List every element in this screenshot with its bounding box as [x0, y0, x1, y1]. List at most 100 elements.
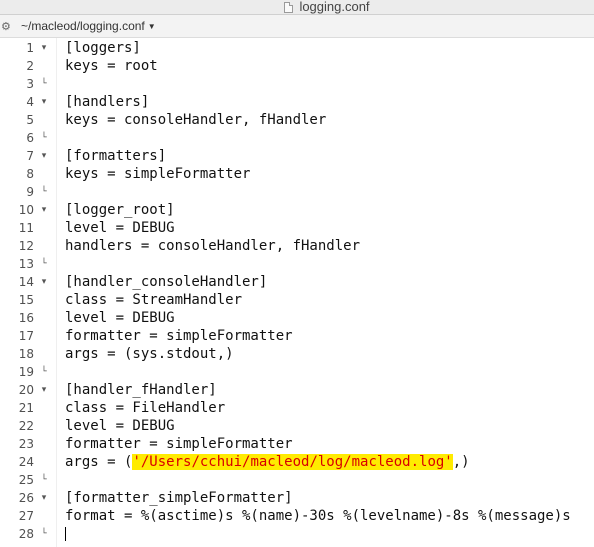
- line-number: 5: [26, 113, 34, 127]
- line-number: 27: [18, 509, 34, 523]
- line-text: args = (sys.stdout,): [65, 346, 234, 362]
- line-text: [loggers]: [65, 40, 141, 56]
- fold-end-icon: └: [41, 529, 47, 539]
- fold-open-icon[interactable]: ▾: [38, 489, 50, 507]
- line-number: 21: [18, 401, 34, 415]
- line-text: formatter = simpleFormatter: [65, 328, 293, 344]
- line-number: 10: [18, 203, 34, 217]
- file-path-menu[interactable]: ~/macleod/logging.conf: [21, 19, 145, 33]
- code-line[interactable]: 21 class = FileHandler: [0, 399, 594, 417]
- window-title: logging.conf: [299, 0, 370, 14]
- line-number: 1: [26, 41, 34, 55]
- line-text: keys = root: [65, 58, 158, 74]
- line-text: keys = simpleFormatter: [65, 166, 251, 182]
- line-number: 7: [26, 149, 34, 163]
- code-line[interactable]: 8 keys = simpleFormatter: [0, 165, 594, 183]
- line-number: 22: [18, 419, 34, 433]
- fold-open-icon[interactable]: ▾: [38, 39, 50, 57]
- line-text: level = DEBUG: [65, 310, 175, 326]
- line-number: 3: [26, 77, 34, 91]
- code-line[interactable]: 24 args = ('/Users/cchui/macleod/log/macl…: [0, 453, 594, 471]
- text-cursor: [65, 527, 66, 541]
- code-line[interactable]: 2 keys = root: [0, 57, 594, 75]
- chevron-down-icon[interactable]: ▼: [148, 22, 156, 31]
- code-line[interactable]: 15 class = StreamHandler: [0, 291, 594, 309]
- code-line[interactable]: 11 level = DEBUG: [0, 219, 594, 237]
- fold-end-icon: └: [41, 475, 47, 485]
- code-line[interactable]: 28 └: [0, 525, 594, 543]
- fold-end-icon: └: [41, 367, 47, 377]
- code-line[interactable]: 13 └: [0, 255, 594, 273]
- fold-open-icon[interactable]: ▾: [38, 273, 50, 291]
- document-icon: [284, 1, 294, 13]
- line-text: class = FileHandler: [65, 400, 226, 416]
- line-text: level = DEBUG: [65, 220, 175, 236]
- fold-open-icon[interactable]: ▾: [38, 381, 50, 399]
- fold-open-icon[interactable]: ▾: [38, 93, 50, 111]
- line-text: keys = consoleHandler, fHandler: [65, 112, 327, 128]
- line-number: 14: [18, 275, 34, 289]
- code-line[interactable]: 4 ▾ [handlers]: [0, 93, 594, 111]
- line-number: 13: [18, 257, 34, 271]
- code-line[interactable]: 23 formatter = simpleFormatter: [0, 435, 594, 453]
- line-text: args = ('/Users/cchui/macleod/log/macleo…: [65, 454, 470, 470]
- code-line[interactable]: 20 ▾ [handler_fHandler]: [0, 381, 594, 399]
- fold-end-icon: └: [41, 259, 47, 269]
- code-line[interactable]: 16 level = DEBUG: [0, 309, 594, 327]
- line-number: 25: [18, 473, 34, 487]
- line-number: 15: [18, 293, 34, 307]
- line-text: [handler_consoleHandler]: [65, 274, 268, 290]
- line-text: [handler_fHandler]: [65, 382, 217, 398]
- line-number: 9: [26, 185, 34, 199]
- code-line[interactable]: 9 └: [0, 183, 594, 201]
- code-line[interactable]: 19 └: [0, 363, 594, 381]
- line-number: 24: [18, 455, 34, 469]
- code-line[interactable]: 7 ▾ [formatters]: [0, 147, 594, 165]
- gear-icon[interactable]: ⚙: [0, 20, 13, 33]
- code-line[interactable]: 5 keys = consoleHandler, fHandler: [0, 111, 594, 129]
- code-line[interactable]: 25 └: [0, 471, 594, 489]
- code-line[interactable]: 22 level = DEBUG: [0, 417, 594, 435]
- fold-end-icon: └: [41, 79, 47, 89]
- line-number: 8: [26, 167, 34, 181]
- line-number: 19: [18, 365, 34, 379]
- line-number: 4: [26, 95, 34, 109]
- line-text: format = %(asctime)s %(name)-30s %(level…: [65, 508, 571, 524]
- string-literal: '/Users/cchui/macleod/log/macleod.log': [132, 454, 453, 470]
- line-text: formatter = simpleFormatter: [65, 436, 293, 452]
- fold-end-icon: └: [41, 187, 47, 197]
- code-line[interactable]: 12 handlers = consoleHandler, fHandler: [0, 237, 594, 255]
- line-text: level = DEBUG: [65, 418, 175, 434]
- fold-open-icon[interactable]: ▾: [38, 147, 50, 165]
- code-line[interactable]: 14 ▾ [handler_consoleHandler]: [0, 273, 594, 291]
- line-number: 26: [18, 491, 34, 505]
- code-line[interactable]: 1 ▾ [loggers]: [0, 39, 594, 57]
- line-number: 18: [18, 347, 34, 361]
- line-number: 6: [26, 131, 34, 145]
- line-text: [formatter_simpleFormatter]: [65, 490, 293, 506]
- code-line[interactable]: 6 └: [0, 129, 594, 147]
- fold-open-icon[interactable]: ▾: [38, 201, 50, 219]
- fold-end-icon: └: [41, 133, 47, 143]
- line-number: 16: [18, 311, 34, 325]
- line-text: handlers = consoleHandler, fHandler: [65, 238, 361, 254]
- line-text: [logger_root]: [65, 202, 175, 218]
- code-line[interactable]: 10 ▾ [logger_root]: [0, 201, 594, 219]
- title-bar: logging.conf: [0, 0, 594, 15]
- code-line[interactable]: 27 format = %(asctime)s %(name)-30s %(lev…: [0, 507, 594, 525]
- code-editor[interactable]: 1 ▾ [loggers] 2 keys = root 3 └ 4 ▾ [handlers] 5 ke…: [0, 38, 594, 547]
- line-number: 11: [18, 221, 34, 235]
- line-number: 12: [18, 239, 34, 253]
- line-text: class = StreamHandler: [65, 292, 243, 308]
- line-number: 23: [18, 437, 34, 451]
- code-line[interactable]: 17 formatter = simpleFormatter: [0, 327, 594, 345]
- line-number: 28: [18, 527, 34, 541]
- code-line[interactable]: 26 ▾ [formatter_simpleFormatter]: [0, 489, 594, 507]
- line-number: 17: [18, 329, 34, 343]
- path-bar: ⚙ ~/macleod/logging.conf ▼: [0, 15, 594, 38]
- code-line[interactable]: 18 args = (sys.stdout,): [0, 345, 594, 363]
- line-number: 2: [26, 59, 34, 73]
- code-line[interactable]: 3 └: [0, 75, 594, 93]
- line-text: [handlers]: [65, 94, 150, 110]
- line-text: [formatters]: [65, 148, 167, 164]
